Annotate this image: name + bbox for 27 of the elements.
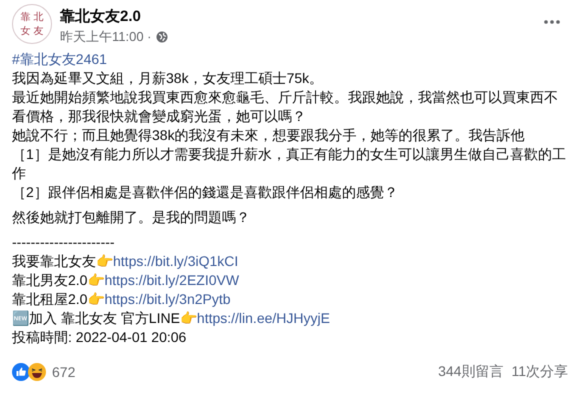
- like-icon[interactable]: [12, 363, 30, 381]
- link-label: 靠北租屋2.0👉: [12, 291, 104, 307]
- url-link[interactable]: https://bit.ly/3iQ1kCI: [113, 253, 238, 269]
- post-text: 我因為延畢又文組，月薪38k，女友理工碩士75k。: [12, 69, 324, 88]
- post-text: 她說不行；而且她覺得38k的我沒有未來，想要跟我分手，她等的很累了。我告訴他: [12, 126, 526, 145]
- page-avatar[interactable]: 靠 北 女 友: [12, 4, 52, 44]
- post-text: 最近她開始頻繁地說我買東西愈來愈龜毛、斤斤計較。我跟她說，我當然也可以買東西不看價格，那我很快就會變成窮光蛋，她可以嗎？: [12, 88, 559, 126]
- reaction-count[interactable]: 672: [52, 364, 76, 380]
- share-count[interactable]: 11次分享: [511, 363, 568, 381]
- posted-time-text: 投稿時間: 2022-04-01 20:06: [12, 328, 188, 347]
- hashtag-link[interactable]: #靠北女友2461: [12, 50, 568, 69]
- link-label: 🆕加入 靠北女友 官方LINE👉: [12, 310, 197, 326]
- separator-text: ----------------------: [12, 233, 116, 252]
- url-link[interactable]: https://bit.ly/2EZI0VW: [104, 272, 240, 288]
- post-text: ［1］是她沒有能力所以才需要我提升薪水，真正有能力的女生可以讓男生做自己喜歡的工作: [12, 145, 567, 183]
- globe-icon: [156, 31, 168, 43]
- post-time[interactable]: 昨天上午11:00 ·: [60, 28, 152, 46]
- post-text: 然後她就打包離開了。是我的問題嗎？: [12, 208, 251, 227]
- post-text: ［2］跟伴侶相處是喜歡伴侶的錢還是喜歡跟伴侶相處的感覺？: [12, 183, 399, 202]
- url-link[interactable]: https://lin.ee/HJHyyjE: [196, 310, 330, 326]
- link-label: 我要靠北女友👉: [12, 253, 113, 269]
- url-link[interactable]: https://bit.ly/3n2Pytb: [104, 291, 231, 307]
- laughing-face-icon[interactable]: [28, 363, 46, 381]
- more-icon[interactable]: [544, 20, 560, 24]
- page-name[interactable]: 靠北女友2.0: [60, 7, 536, 26]
- link-label: 靠北男友2.0👉: [12, 272, 104, 288]
- comment-count[interactable]: 344則留言: [438, 363, 504, 381]
